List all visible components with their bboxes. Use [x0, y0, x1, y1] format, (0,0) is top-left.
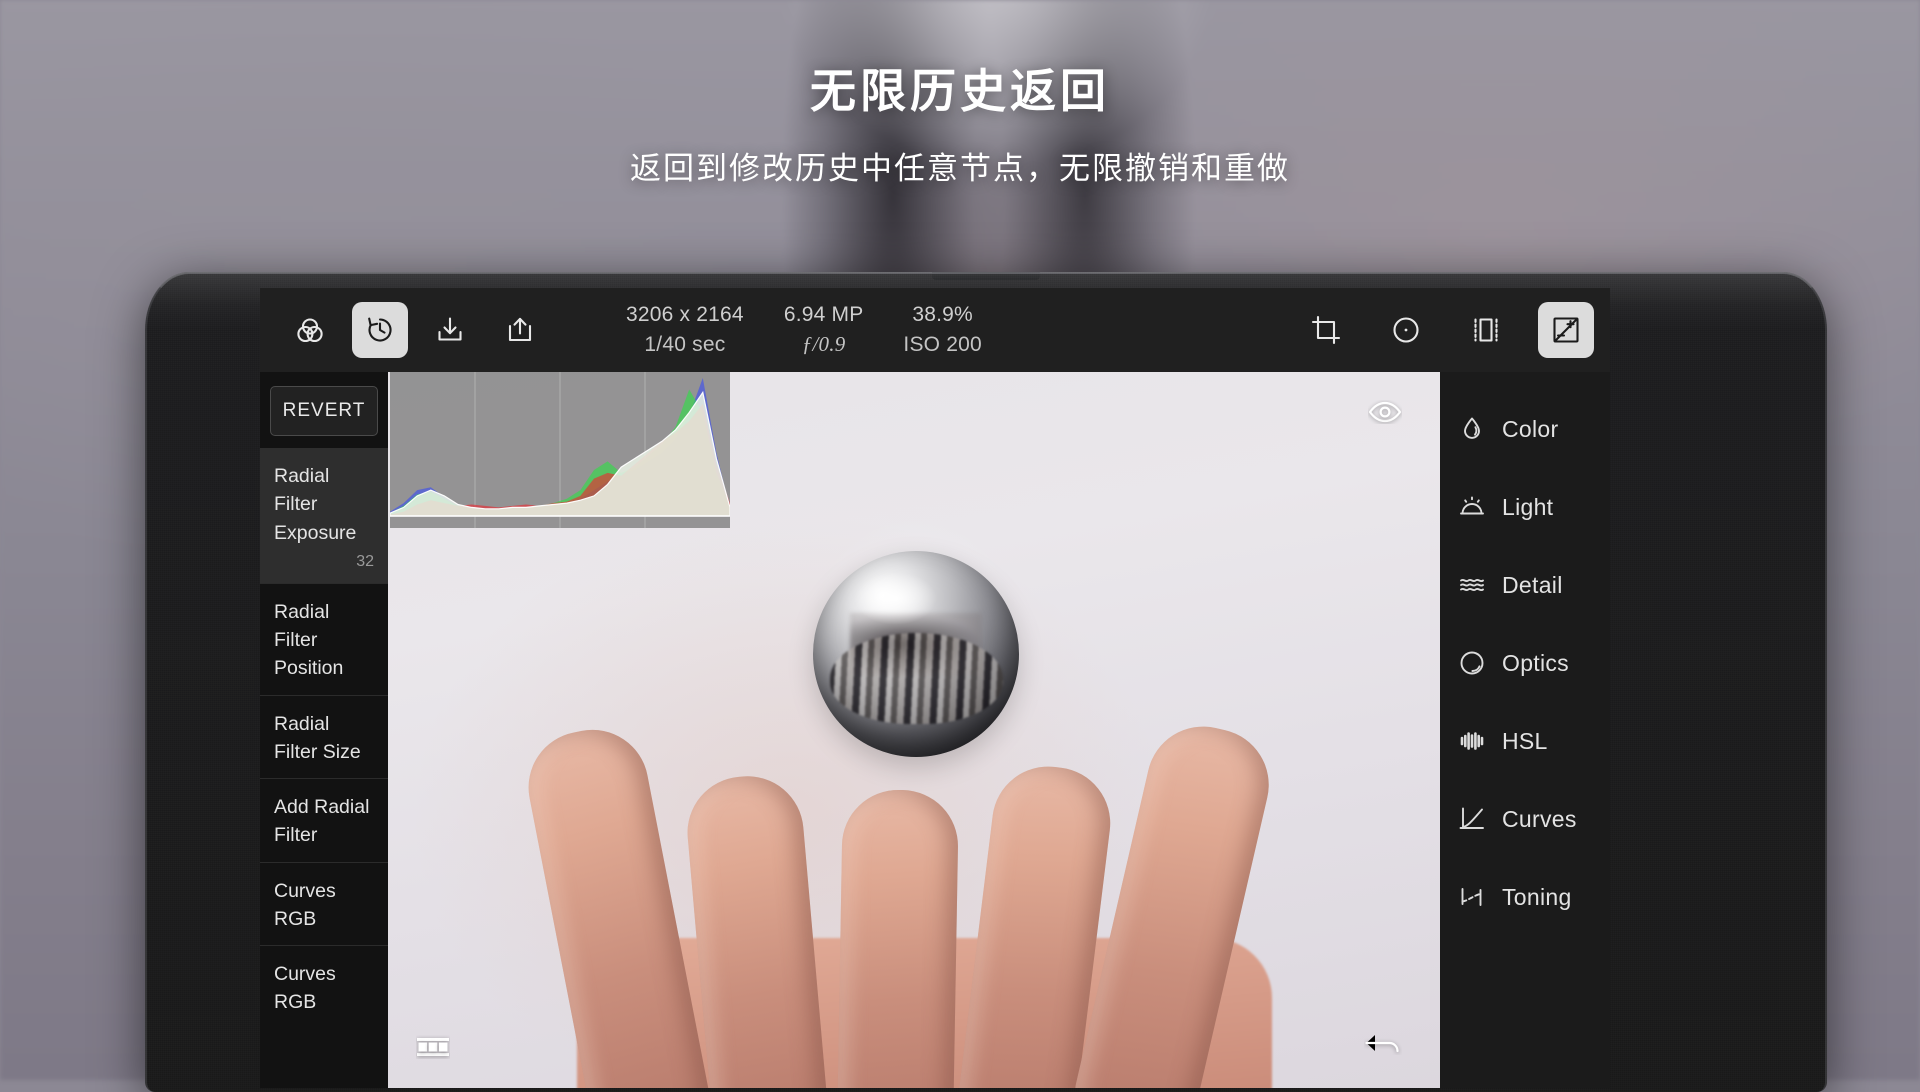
metadata-shutter: 1/40 sec [626, 330, 744, 360]
waves-icon [1458, 571, 1486, 599]
history-item-label: Radial Filter Size [274, 710, 374, 767]
panel-item-optics[interactable]: Optics [1440, 624, 1610, 702]
history-item[interactable]: Radial Filter Position [260, 583, 388, 695]
history-item-label: Add Radial Filter [274, 793, 374, 850]
history-sidebar: REVERT Radial Filter Exposure 32 Radial … [260, 372, 388, 1088]
sphere-highlight [854, 572, 936, 626]
panel-item-color[interactable]: Color [1440, 390, 1610, 468]
image-metadata: 3206 x 2164 1/40 sec 6.94 MP ƒ/0.9 38.9%… [606, 300, 1002, 360]
history-item[interactable]: Curves RGB [260, 945, 388, 1029]
image-canvas[interactable] [388, 372, 1440, 1088]
panel-item-hsl[interactable]: HSL [1440, 702, 1610, 780]
panel-item-light[interactable]: Light [1440, 468, 1610, 546]
adjustments-panel: Color Light [1440, 372, 1610, 1088]
toolbar-right-group [1298, 302, 1610, 358]
panel-item-detail[interactable]: Detail [1440, 546, 1610, 624]
share-button[interactable] [492, 302, 548, 358]
lens-icon [1458, 649, 1486, 677]
curve-icon [1458, 805, 1486, 833]
history-item[interactable]: Radial Filter Exposure 32 [260, 448, 388, 583]
metadata-aperture: ƒ/0.9 [784, 330, 864, 360]
rgb-histogram[interactable] [390, 372, 730, 528]
revert-button-wrapper: REVERT [260, 372, 388, 448]
panel-item-label: HSL [1502, 728, 1548, 755]
revert-button[interactable]: REVERT [270, 386, 378, 436]
hand-finger [683, 772, 829, 1088]
panel-item-label: Detail [1502, 572, 1563, 599]
panel-item-curves[interactable]: Curves [1440, 780, 1610, 858]
crop-button[interactable] [1298, 302, 1354, 358]
metadata-resolution: 3206 x 2164 [626, 300, 744, 330]
metadata-zoom: 38.9% ISO 200 [883, 300, 1001, 360]
panel-item-label: Curves [1502, 806, 1577, 833]
history-item-value: 32 [274, 553, 374, 571]
toning-icon [1458, 883, 1486, 911]
chrome-sphere [813, 551, 1019, 757]
history-item[interactable]: Curves RGB [260, 862, 388, 946]
histogram-svg [390, 372, 730, 528]
hand-finger [837, 789, 959, 1088]
panel-item-label: Optics [1502, 650, 1569, 677]
metadata-zoom-percent: 38.9% [903, 300, 981, 330]
brush-adjust-button[interactable] [1538, 302, 1594, 358]
history-item-label: Curves RGB [274, 877, 374, 934]
history-item-label: Radial Filter Exposure [274, 462, 374, 547]
editor-body: REVERT Radial Filter Exposure 32 Radial … [260, 372, 1610, 1088]
eye-icon[interactable] [1368, 400, 1402, 429]
hero-headline: 无限历史返回 返回到修改历史中任意节点，无限撤销和重做 [0, 66, 1920, 188]
page-title: 无限历史返回 [0, 66, 1920, 117]
graduated-filter-button[interactable] [1458, 302, 1514, 358]
filmstrip-icon[interactable] [416, 1035, 450, 1064]
download-button[interactable] [422, 302, 478, 358]
presets-button[interactable] [282, 302, 338, 358]
panel-item-label: Light [1502, 494, 1553, 521]
hand-finger [519, 720, 713, 1088]
undo-arrow-icon[interactable] [1364, 1031, 1402, 1060]
metadata-dimensions: 3206 x 2164 1/40 sec [606, 300, 764, 360]
panel-item-label: Toning [1502, 884, 1572, 911]
page-subtitle: 返回到修改历史中任意节点，无限撤销和重做 [0, 143, 1920, 188]
history-item-label: Radial Filter Position [274, 598, 374, 683]
history-item[interactable]: Add Radial Filter [260, 778, 388, 862]
metadata-mp: 6.94 MP [784, 300, 864, 330]
droplet-icon [1458, 415, 1486, 443]
metadata-megapixels: 6.94 MP ƒ/0.9 [764, 300, 884, 360]
radial-filter-button[interactable] [1378, 302, 1434, 358]
toolbar-left-group [260, 302, 548, 358]
bars-icon [1458, 727, 1486, 755]
sun-icon [1458, 493, 1486, 521]
top-toolbar: 3206 x 2164 1/40 sec 6.94 MP ƒ/0.9 38.9%… [260, 288, 1610, 372]
history-item-label: Curves RGB [274, 960, 374, 1017]
sphere-reflection [830, 633, 1003, 724]
panel-item-toning[interactable]: Toning [1440, 858, 1610, 936]
app-screen: 3206 x 2164 1/40 sec 6.94 MP ƒ/0.9 38.9%… [260, 288, 1610, 1088]
history-button[interactable] [352, 302, 408, 358]
history-item[interactable]: Radial Filter Size [260, 695, 388, 779]
panel-item-label: Color [1502, 416, 1558, 443]
history-list[interactable]: Radial Filter Exposure 32 Radial Filter … [260, 448, 388, 1088]
metadata-iso: ISO 200 [903, 330, 981, 360]
